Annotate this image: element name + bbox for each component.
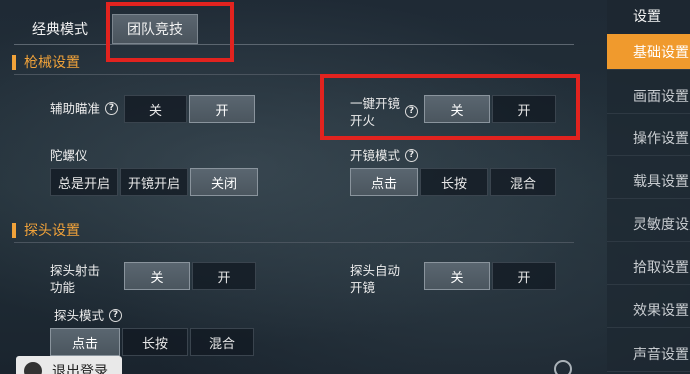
aim-assist-toggle: 关 开 bbox=[124, 95, 257, 123]
logout-button[interactable]: 退出登录 bbox=[16, 356, 122, 374]
sidebar-item-vehicle[interactable]: 载具设置 bbox=[607, 163, 690, 199]
sidebar-item-controls[interactable]: 操作设置 bbox=[607, 120, 690, 156]
peek-mode-selector: 点击 长按 混合 bbox=[50, 328, 256, 356]
gyroscope-off[interactable]: 关闭 bbox=[190, 168, 258, 196]
highlight-box-team-tab bbox=[106, 2, 234, 62]
peek-fire-text: 探头射击 功能 bbox=[50, 262, 100, 296]
peek-auto-scope-text: 探头自动 开镜 bbox=[350, 262, 400, 296]
peek-mode-mixed[interactable]: 混合 bbox=[190, 328, 254, 356]
label-line2: 功能 bbox=[50, 280, 76, 295]
logout-icon bbox=[24, 362, 42, 374]
peek-fire-label: 探头射击 功能 bbox=[50, 262, 100, 296]
sidebar-item-sensitivity[interactable]: 灵敏度设置 bbox=[607, 206, 690, 242]
sidebar-item-effects[interactable]: 效果设置 bbox=[607, 292, 690, 328]
label-line1: 探头射击 bbox=[50, 263, 101, 278]
sidebar-item-basic[interactable]: 基础设置 bbox=[607, 34, 690, 70]
gyroscope-selector: 总是开启 开镜开启 关闭 bbox=[50, 168, 260, 196]
label-line2: 开镜 bbox=[350, 280, 376, 295]
logout-label: 退出登录 bbox=[52, 364, 108, 374]
section-title: 枪械设置 bbox=[24, 55, 80, 71]
peek-auto-scope-on[interactable]: 开 bbox=[492, 262, 556, 290]
section-weapon-settings: 枪械设置 bbox=[12, 52, 80, 72]
gyroscope-always-on[interactable]: 总是开启 bbox=[50, 168, 118, 196]
sidebar-title: 设置 bbox=[607, 0, 690, 32]
aim-assist-label: 辅助瞄准 ? bbox=[50, 100, 119, 117]
aim-assist-off[interactable]: 关 bbox=[124, 95, 187, 123]
scope-mode-hold[interactable]: 长按 bbox=[420, 168, 488, 196]
peek-mode-text: 探头模式 bbox=[54, 308, 105, 323]
section-accent-bar bbox=[12, 54, 16, 70]
scope-mode-mixed[interactable]: 混合 bbox=[490, 168, 556, 196]
scope-mode-text: 开镜模式 bbox=[350, 148, 401, 163]
scope-mode-selector: 点击 长按 混合 bbox=[350, 168, 558, 196]
peek-auto-scope-off[interactable]: 关 bbox=[424, 262, 490, 290]
section-peek-settings: 探头设置 bbox=[12, 220, 80, 240]
sidebar-item-pickup[interactable]: 拾取设置 bbox=[607, 249, 690, 285]
help-icon[interactable]: ? bbox=[405, 149, 419, 162]
help-icon[interactable]: ? bbox=[109, 309, 123, 322]
peek-auto-scope-toggle: 关 开 bbox=[424, 262, 558, 290]
scope-mode-tap[interactable]: 点击 bbox=[350, 168, 418, 196]
scope-mode-label: 开镜模式 ? bbox=[350, 147, 419, 164]
section-title: 探头设置 bbox=[24, 223, 80, 239]
peek-mode-tap[interactable]: 点击 bbox=[50, 328, 120, 356]
peek-mode-label: 探头模式 ? bbox=[54, 307, 123, 324]
gyroscope-scope-on[interactable]: 开镜开启 bbox=[120, 168, 188, 196]
highlight-box-one-key-scope bbox=[320, 74, 580, 140]
peek-mode-hold[interactable]: 长按 bbox=[122, 328, 188, 356]
aim-assist-text: 辅助瞄准 bbox=[50, 101, 101, 116]
peek-fire-toggle: 关 开 bbox=[124, 262, 258, 290]
peek-auto-scope-label: 探头自动 开镜 bbox=[350, 262, 400, 296]
peek-fire-on[interactable]: 开 bbox=[192, 262, 256, 290]
section-accent-bar bbox=[12, 222, 16, 238]
circle-icon[interactable] bbox=[554, 360, 572, 374]
label-line1: 探头自动 bbox=[350, 263, 401, 278]
section-divider bbox=[14, 242, 574, 243]
sidebar-item-graphics[interactable]: 画面设置 bbox=[607, 78, 690, 114]
tab-underline bbox=[14, 44, 574, 45]
peek-fire-off[interactable]: 关 bbox=[124, 262, 190, 290]
sidebar-item-sound[interactable]: 声音设置 bbox=[607, 336, 690, 372]
gyroscope-text: 陀螺仪 bbox=[50, 148, 88, 163]
aim-assist-on[interactable]: 开 bbox=[189, 95, 255, 123]
tab-classic-mode[interactable]: 经典模式 bbox=[20, 14, 100, 44]
gyroscope-label: 陀螺仪 bbox=[50, 147, 88, 164]
help-icon[interactable]: ? bbox=[105, 102, 119, 115]
